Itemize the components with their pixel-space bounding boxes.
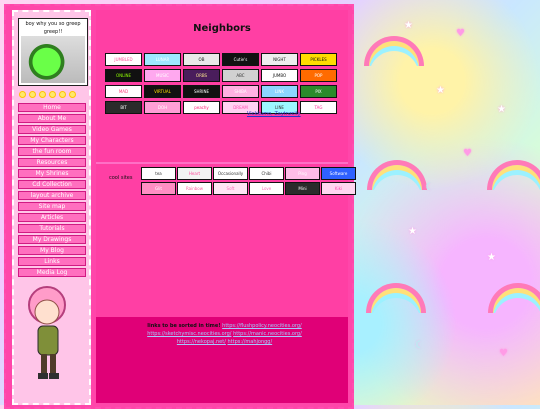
footer-link-5[interactable]: https://mahjongg/ (227, 339, 272, 345)
star-icon: ★ (404, 20, 413, 31)
nav-about-me[interactable]: About Me (18, 114, 86, 123)
nav-video-games[interactable]: Video Games (18, 125, 86, 134)
nav-my-shrines[interactable]: My Shrines (18, 169, 86, 178)
neighbor-button-7[interactable]: ONLINE (105, 69, 142, 82)
neighbor-button-21[interactable]: peachy (183, 101, 220, 114)
cool-site-button-3[interactable]: Occasionally (213, 167, 248, 180)
neighbor-button-15[interactable]: SHRINE (183, 85, 220, 98)
neighbor-button-4[interactable]: Cutie's (222, 53, 259, 66)
rainbow-decoration-2 (367, 160, 427, 190)
star-icon (29, 91, 36, 98)
star-icon (19, 91, 26, 98)
footer-link-4[interactable]: https://nekopaj.net/ (177, 339, 226, 345)
nav-my-drawings[interactable]: My Drawings (18, 235, 86, 244)
neighbor-button-5[interactable]: NIGHT (261, 53, 298, 66)
cool-site-button-2[interactable]: Heart (177, 167, 212, 180)
footer-link-3[interactable]: https://manic.neocities.org/ (233, 331, 302, 337)
star-icon (39, 91, 46, 98)
neighbor-button-19[interactable]: BIT (105, 101, 142, 114)
neighbor-button-grid: JUMBLED LUNAR OB Cutie's NIGHT PICKLES ONLINE M… (105, 53, 345, 120)
neighbor-button-18[interactable]: PIX (300, 85, 337, 98)
rainbow-decoration-1 (364, 36, 424, 66)
header-title: boy why you so greep greep!! (25, 21, 81, 35)
cool-site-button-7[interactable]: Glit (141, 182, 176, 195)
neighbor-names-link[interactable]: Vickkumo, Zaytnzcity (247, 111, 301, 117)
star-icon: ★ (408, 226, 417, 237)
cool-site-button-1[interactable]: tea (141, 167, 176, 180)
moon-icon: ☾ (425, 182, 434, 193)
cool-site-button-11[interactable]: Mini (285, 182, 320, 195)
star-icon (59, 91, 66, 98)
neighbor-button-24[interactable]: TAG (300, 101, 337, 114)
rainbow-decoration-4 (487, 160, 540, 190)
nav-site-map[interactable]: Site map (18, 202, 86, 211)
star-icon: ★ (436, 85, 445, 96)
neighbor-button-9[interactable]: ORBS (183, 69, 220, 82)
neighbor-button-2[interactable]: LUNAR (144, 53, 181, 66)
section-divider (96, 162, 348, 164)
sidebar-nav: Home About Me Video Games My Characters … (18, 103, 86, 277)
footer-label: links to be sorted in time! (147, 323, 221, 329)
star-icon: ★ (497, 104, 506, 115)
neighbor-button-10[interactable]: ABC (222, 69, 259, 82)
cool-site-button-9[interactable]: Soft (213, 182, 248, 195)
header-artwork (21, 36, 85, 83)
rainbow-decoration-5 (488, 283, 540, 313)
heart-icon: ♥ (499, 348, 508, 359)
heart-icon: ♥ (456, 28, 465, 39)
cool-site-button-4[interactable]: Chibi (249, 167, 284, 180)
cool-site-button-5[interactable]: Ping (285, 167, 320, 180)
star-icon (69, 91, 76, 98)
footer-text: links to be sorted in time! https://flus… (114, 322, 335, 346)
cool-site-button-12[interactable]: Kiki (321, 182, 356, 195)
cool-sites-label: cool sites (109, 175, 133, 181)
cool-sites-button-grid: tea Heart Occasionally Chibi Ping Software Gli… (141, 167, 356, 195)
rating-stars (19, 91, 87, 98)
nav-cd-collection[interactable]: Cd Collection (18, 180, 86, 189)
cool-site-button-10[interactable]: Love (249, 182, 284, 195)
nav-layout-archive[interactable]: layout archive (18, 191, 86, 200)
neighbor-button-16[interactable]: SHIBA (222, 85, 259, 98)
neighbor-button-14[interactable]: VIRTUAL (144, 85, 181, 98)
cool-site-button-6[interactable]: Software (321, 167, 356, 180)
star-icon (49, 91, 56, 98)
page-title: Neighbors (193, 23, 251, 34)
nav-tutorials[interactable]: Tutorials (18, 224, 86, 233)
nav-my-blog[interactable]: My Blog (18, 246, 86, 255)
cool-site-button-8[interactable]: Rainbow (177, 182, 212, 195)
chibi-character-image (28, 286, 66, 379)
star-icon: ★ (487, 252, 496, 263)
neighbor-button-3[interactable]: OB (183, 53, 220, 66)
nav-links[interactable]: Links (18, 257, 86, 266)
footer-link-2[interactable]: https://sketchymisc.neocities.org/ (147, 331, 231, 337)
nav-media-log[interactable]: Media Log (18, 268, 86, 277)
sidebar-header: boy why you so greep greep!! (18, 18, 88, 86)
rainbow-decoration-3 (366, 283, 426, 313)
footer-link-1[interactable]: https://flushpolicy.neocities.org/ (222, 323, 302, 329)
neighbor-button-13[interactable]: MAD (105, 85, 142, 98)
nav-home[interactable]: Home (18, 103, 86, 112)
nav-my-characters[interactable]: My Characters (18, 136, 86, 145)
neighbor-button-11[interactable]: JUMBO (261, 69, 298, 82)
moon-icon: ☾ (415, 340, 424, 351)
nav-articles[interactable]: Articles (18, 213, 86, 222)
neighbor-button-6[interactable]: PICKLES (300, 53, 337, 66)
nav-resources[interactable]: Resources (18, 158, 86, 167)
heart-icon: ♥ (463, 148, 472, 159)
neighbor-button-17[interactable]: LINK (261, 85, 298, 98)
neighbor-button-12[interactable]: POP (300, 69, 337, 82)
neighbor-button-1[interactable]: JUMBLED (105, 53, 142, 66)
neighbor-button-20[interactable]: DOH (144, 101, 181, 114)
nav-the-fun-room[interactable]: the fun room (18, 147, 86, 156)
neighbor-button-8[interactable]: MUSIC (144, 69, 181, 82)
